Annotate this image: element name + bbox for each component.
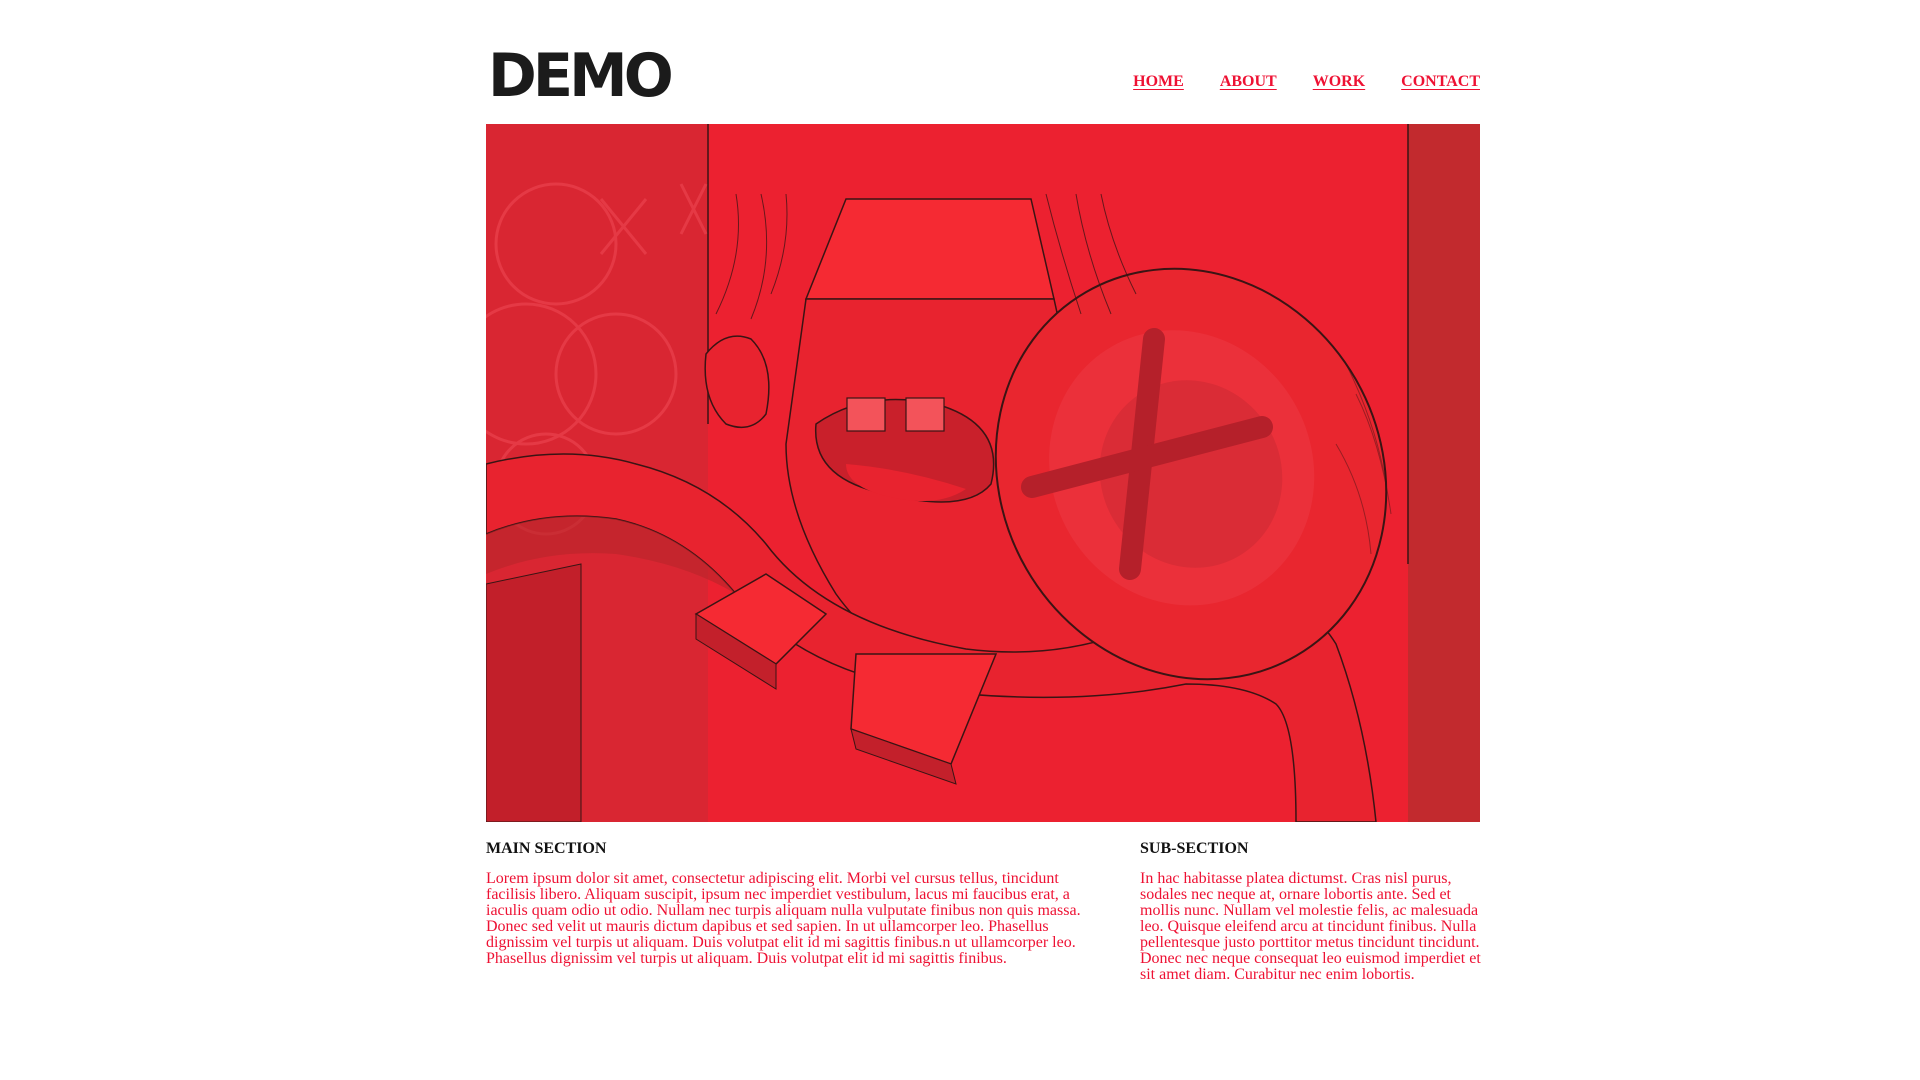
hero-image — [486, 124, 1480, 822]
page: DEMO HOME ABOUT WORK CONTACT MAIN SECTIO… — [486, 0, 1481, 1080]
main-section: MAIN SECTION Lorem ipsum dolor sit amet,… — [486, 839, 1091, 967]
nav-link-home[interactable]: HOME — [1133, 72, 1184, 92]
sub-section: SUB-SECTION In hac habitasse platea dict… — [1140, 839, 1485, 983]
hero-artwork — [486, 124, 1480, 822]
logo[interactable]: DEMO — [488, 46, 674, 106]
site-header: DEMO HOME ABOUT WORK CONTACT — [486, 46, 1480, 106]
nav-link-contact[interactable]: CONTACT — [1401, 72, 1480, 92]
main-section-body: Lorem ipsum dolor sit amet, consectetur … — [486, 870, 1081, 967]
nav-link-about[interactable]: ABOUT — [1220, 72, 1277, 92]
main-nav: HOME ABOUT WORK CONTACT — [1133, 72, 1480, 92]
nav-link-work[interactable]: WORK — [1313, 72, 1365, 92]
sub-section-body: In hac habitasse platea dictumst. Cras n… — [1140, 870, 1481, 983]
sub-section-title: SUB-SECTION — [1140, 840, 1249, 857]
main-section-title: MAIN SECTION — [486, 840, 607, 857]
